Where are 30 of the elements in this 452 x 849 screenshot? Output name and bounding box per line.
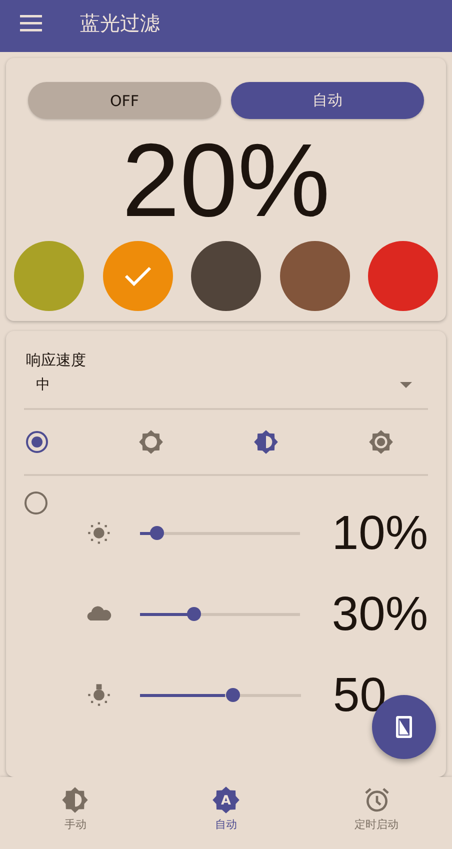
intensity-value: 20% xyxy=(122,122,330,241)
mode-button[interactable]: OFF xyxy=(28,82,221,119)
slider-thumb[interactable] xyxy=(186,607,201,621)
dropdown-value: 中 xyxy=(36,376,50,394)
app-title: 蓝光过滤 xyxy=(80,10,160,36)
brightness-icon: A xyxy=(212,786,240,814)
radio-button[interactable] xyxy=(25,430,49,454)
slider-thumb[interactable] xyxy=(226,688,240,702)
brightness-icon[interactable] xyxy=(368,429,394,455)
sun-icon xyxy=(86,520,112,546)
dropdown-label: 响应速度 xyxy=(26,351,87,370)
lamp-icon xyxy=(86,682,112,708)
screen-icon xyxy=(394,714,414,740)
check-icon xyxy=(122,264,152,288)
nav-tab[interactable]: 定时启动 xyxy=(301,777,452,849)
brightness-icon xyxy=(61,786,90,814)
nav-tab[interactable]: A 自动 xyxy=(150,777,302,849)
slider-thumb[interactable] xyxy=(150,526,164,540)
brightness-icon[interactable] xyxy=(253,429,279,455)
alarm-icon xyxy=(362,786,391,814)
slider-value: 30% xyxy=(332,586,428,642)
caret-icon xyxy=(400,382,412,388)
slider-value: 10% xyxy=(332,506,428,560)
menu-icon[interactable] xyxy=(20,14,44,32)
radio-button[interactable] xyxy=(24,491,48,515)
nav-tab[interactable]: 手动 xyxy=(0,777,151,849)
response-speed-dropdown[interactable]: 响应速度 中 xyxy=(24,351,428,408)
slider-value: 50 xyxy=(333,668,386,722)
mode-button[interactable]: 自动 xyxy=(231,82,424,119)
brightness-icon[interactable] xyxy=(138,429,164,455)
